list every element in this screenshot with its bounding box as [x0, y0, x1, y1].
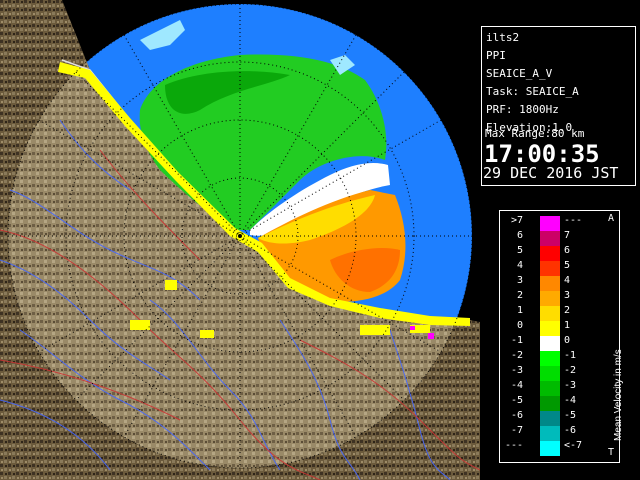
legend-label-low: -7 [510, 425, 523, 436]
legend-label-low: -1 [510, 335, 523, 346]
velocity-legend: >7 --- 6 7 5 6 4 5 3 4 2 3 1 2 0 1 -1 0 -2 -1 -3 -2 -4 -3 -5 -4 -6… [499, 210, 624, 463]
legend-label-high: <-7 [564, 440, 583, 451]
legend-color-swatch [540, 441, 560, 456]
legend-color-swatch [540, 426, 560, 441]
legend-title: Mean Velocity in m/s [613, 349, 624, 441]
product-name: SEAICE_A_V [486, 67, 553, 80]
legend-label-low: 3 [516, 275, 523, 286]
legend-color-swatch [540, 321, 560, 336]
info-panel: ilts2 PPI SEAICE_A_V Task: SEAICE_A PRF:… [480, 0, 640, 480]
legend-label-low: -4 [510, 380, 523, 391]
legend-color-swatch [540, 246, 560, 261]
legend-label-high: 0 [564, 335, 571, 346]
scan-date: 29 DEC 2016 JST [483, 164, 619, 182]
legend-label-low: 0 [516, 320, 523, 331]
legend-label-low: 2 [516, 290, 523, 301]
legend-label-high: 7 [564, 230, 571, 241]
legend-label-high: 6 [564, 245, 571, 256]
legend-label-high: -2 [564, 365, 577, 376]
legend-label-low: 6 [516, 230, 523, 241]
legend-corner-bottom: T [608, 447, 615, 458]
legend-color-swatch [540, 216, 560, 231]
legend-corner-top: A [608, 213, 615, 224]
legend-label-low: -6 [510, 410, 523, 421]
station-name: ilts2 [486, 31, 520, 44]
legend-color-swatch [540, 336, 560, 351]
legend-label-high: 2 [564, 305, 571, 316]
task-name: Task: SEAICE_A [486, 85, 579, 98]
legend-label-high: -4 [564, 395, 577, 406]
legend-color-swatch [540, 351, 560, 366]
legend-label-low: 5 [516, 245, 523, 256]
legend-color-swatch [540, 306, 560, 321]
legend-color-swatch [540, 261, 560, 276]
legend-label-low: -5 [510, 395, 523, 406]
legend-title-text: Mean Velocity in m/s [613, 349, 624, 441]
legend-label-high: -6 [564, 425, 577, 436]
legend-label-low: 1 [516, 305, 523, 316]
legend-color-swatch [540, 366, 560, 381]
legend-label-high: -1 [564, 350, 577, 361]
scan-mode: PPI [486, 49, 506, 62]
max-range: Max Range:80 km [485, 127, 585, 140]
legend-label-high: -5 [564, 410, 577, 421]
legend-label-high: 3 [564, 290, 571, 301]
radar-ppi-display [0, 0, 480, 480]
legend-color-swatch [540, 381, 560, 396]
legend-color-swatch [540, 291, 560, 306]
legend-label-low: -2 [510, 350, 523, 361]
legend-label-low: >7 [510, 215, 523, 226]
legend-color-swatch [540, 276, 560, 291]
legend-label-high: --- [564, 215, 583, 226]
legend-label-high: 5 [564, 260, 571, 271]
legend-color-swatch [540, 231, 560, 246]
legend-label-high: 4 [564, 275, 571, 286]
legend-label-low: 4 [516, 260, 523, 271]
legend-label-low: -3 [510, 365, 523, 376]
radar-site-marker [238, 234, 242, 238]
legend-color-swatch [540, 411, 560, 426]
legend-label-low: --- [504, 440, 523, 451]
legend-label-high: 1 [564, 320, 571, 331]
prf-value: PRF: 1800Hz [486, 103, 559, 116]
legend-label-high: -3 [564, 380, 577, 391]
legend-color-swatch [540, 396, 560, 411]
